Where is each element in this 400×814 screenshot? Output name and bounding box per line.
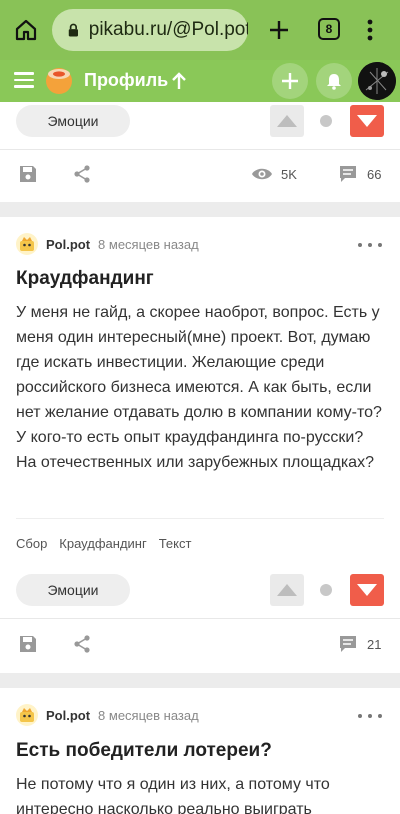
author-avatar[interactable] <box>16 233 38 255</box>
post-card-previous: Эмоции 5K 66 <box>0 102 400 202</box>
page-title: Профиль <box>84 70 169 90</box>
share-icon[interactable] <box>71 633 93 655</box>
post-header: Pol.pot 8 месяцев назад <box>16 704 199 726</box>
views-count: 5K <box>281 167 297 182</box>
post-body: Не потому что я один из них, а потому чт… <box>16 776 330 814</box>
tag[interactable]: Текст <box>159 536 192 551</box>
kebab-menu-icon[interactable] <box>360 14 380 46</box>
url-text: pikabu.ru/@Pol.pot? <box>88 19 248 40</box>
author-name[interactable]: Pol.pot <box>46 237 90 252</box>
comments-count[interactable]: 21 <box>367 637 381 652</box>
post-card: Pol.pot 8 месяцев назад Краудфандинг У м… <box>0 217 400 673</box>
eye-icon <box>251 163 273 185</box>
address-bar[interactable]: pikabu.ru/@Pol.pot? <box>52 9 248 51</box>
post-time: 8 месяцев назад <box>98 236 199 252</box>
tag[interactable]: Краудфандинг <box>59 536 146 551</box>
browser-toolbar: pikabu.ru/@Pol.pot? 8 <box>0 0 400 60</box>
tag-list: Сбор Краудфандинг Текст <box>16 536 203 551</box>
divider <box>16 518 384 519</box>
comments-count[interactable]: 66 <box>367 167 381 182</box>
plus-icon <box>282 73 298 89</box>
upvote-button[interactable] <box>270 574 304 606</box>
author-name[interactable]: Pol.pot <box>46 708 90 723</box>
upvote-button[interactable] <box>270 105 304 137</box>
triangle-down-icon <box>357 115 377 127</box>
more-icon[interactable] <box>358 708 382 724</box>
rating-dot <box>320 584 332 596</box>
comment-icon[interactable] <box>337 163 359 185</box>
add-post-button[interactable] <box>272 63 308 99</box>
home-icon[interactable] <box>10 14 42 46</box>
post-card: Pol.pot 8 месяцев назад Есть победители … <box>0 688 400 814</box>
lock-icon <box>68 23 78 37</box>
post-title[interactable]: Краудфандинг <box>16 268 154 290</box>
site-header: Профиль <box>0 60 400 102</box>
post-title[interactable]: Есть победители лотереи? <box>16 740 272 762</box>
post-time: 8 месяцев назад <box>98 707 199 723</box>
emotions-button[interactable]: Эмоции <box>16 574 130 606</box>
hamburger-menu-icon[interactable] <box>14 72 34 88</box>
save-icon[interactable] <box>17 633 39 655</box>
post-body: У меня не гайд, а скорее наоброт, вопрос… <box>16 304 382 471</box>
comment-icon[interactable] <box>337 633 359 655</box>
new-tab-icon[interactable] <box>263 14 295 46</box>
triangle-up-icon <box>277 584 297 596</box>
user-avatar[interactable] <box>358 62 396 100</box>
triangle-down-icon <box>357 584 377 596</box>
tab-switcher-button[interactable]: 8 <box>318 18 340 40</box>
bell-icon <box>327 74 341 90</box>
post-header: Pol.pot 8 месяцев назад <box>16 233 199 255</box>
notifications-button[interactable] <box>316 63 352 99</box>
triangle-up-icon <box>277 115 297 127</box>
tag[interactable]: Сбор <box>16 536 47 551</box>
share-icon[interactable] <box>71 163 93 185</box>
pikabu-logo[interactable] <box>44 65 74 95</box>
save-icon[interactable] <box>17 163 39 185</box>
rating-dot <box>320 115 332 127</box>
downvote-button[interactable] <box>350 105 384 137</box>
downvote-button[interactable] <box>350 574 384 606</box>
more-icon[interactable] <box>358 237 382 253</box>
arrow-up-icon[interactable] <box>170 71 188 91</box>
divider <box>0 149 400 150</box>
emotions-button[interactable]: Эмоции <box>16 105 130 137</box>
divider <box>0 618 400 619</box>
author-avatar[interactable] <box>16 704 38 726</box>
